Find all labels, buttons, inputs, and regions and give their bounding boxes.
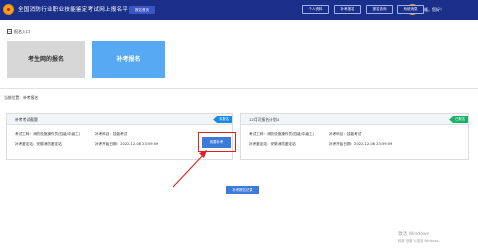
watermark-line2: 转到"设置"以激活 Windows。 — [398, 239, 442, 243]
header-system-messages-button[interactable]: 系统消息 — [397, 5, 424, 14]
watermark-line1: 激活 Windows — [398, 232, 430, 237]
red-pointer-arrow-icon — [172, 150, 207, 188]
makeup-record-button[interactable]: 补考报名记录 — [226, 186, 259, 194]
windows-activation-watermark: 激活 Windows 转到"设置"以激活 Windows。 — [398, 231, 442, 243]
